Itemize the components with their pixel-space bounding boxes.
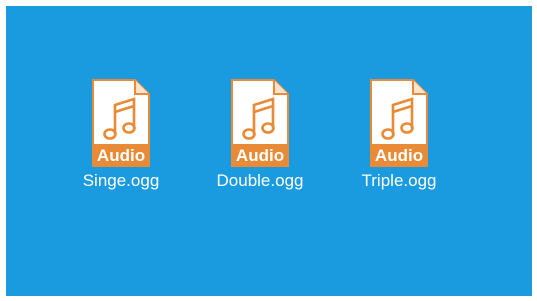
file-name-label: Triple.ogg <box>361 171 437 190</box>
audio-file-icon: Audio <box>92 79 150 167</box>
audio-file-icon: Audio <box>231 79 289 167</box>
file-type-badge: Audio <box>375 146 423 165</box>
audio-file-icon: Audio <box>370 79 428 167</box>
file-name-label: Double.ogg <box>216 171 304 190</box>
file-type-badge: Audio <box>236 146 284 165</box>
file-name-label: Singe.ogg <box>82 171 160 190</box>
file-item-double[interactable]: Audio Double.ogg <box>210 78 320 198</box>
file-item-singe[interactable]: Audio Singe.ogg <box>71 78 181 198</box>
file-item-triple[interactable]: Audio Triple.ogg <box>349 78 459 198</box>
desktop: Audio Singe.ogg Audio Double.ogg Audio T… <box>6 6 532 296</box>
file-type-badge: Audio <box>97 146 145 165</box>
